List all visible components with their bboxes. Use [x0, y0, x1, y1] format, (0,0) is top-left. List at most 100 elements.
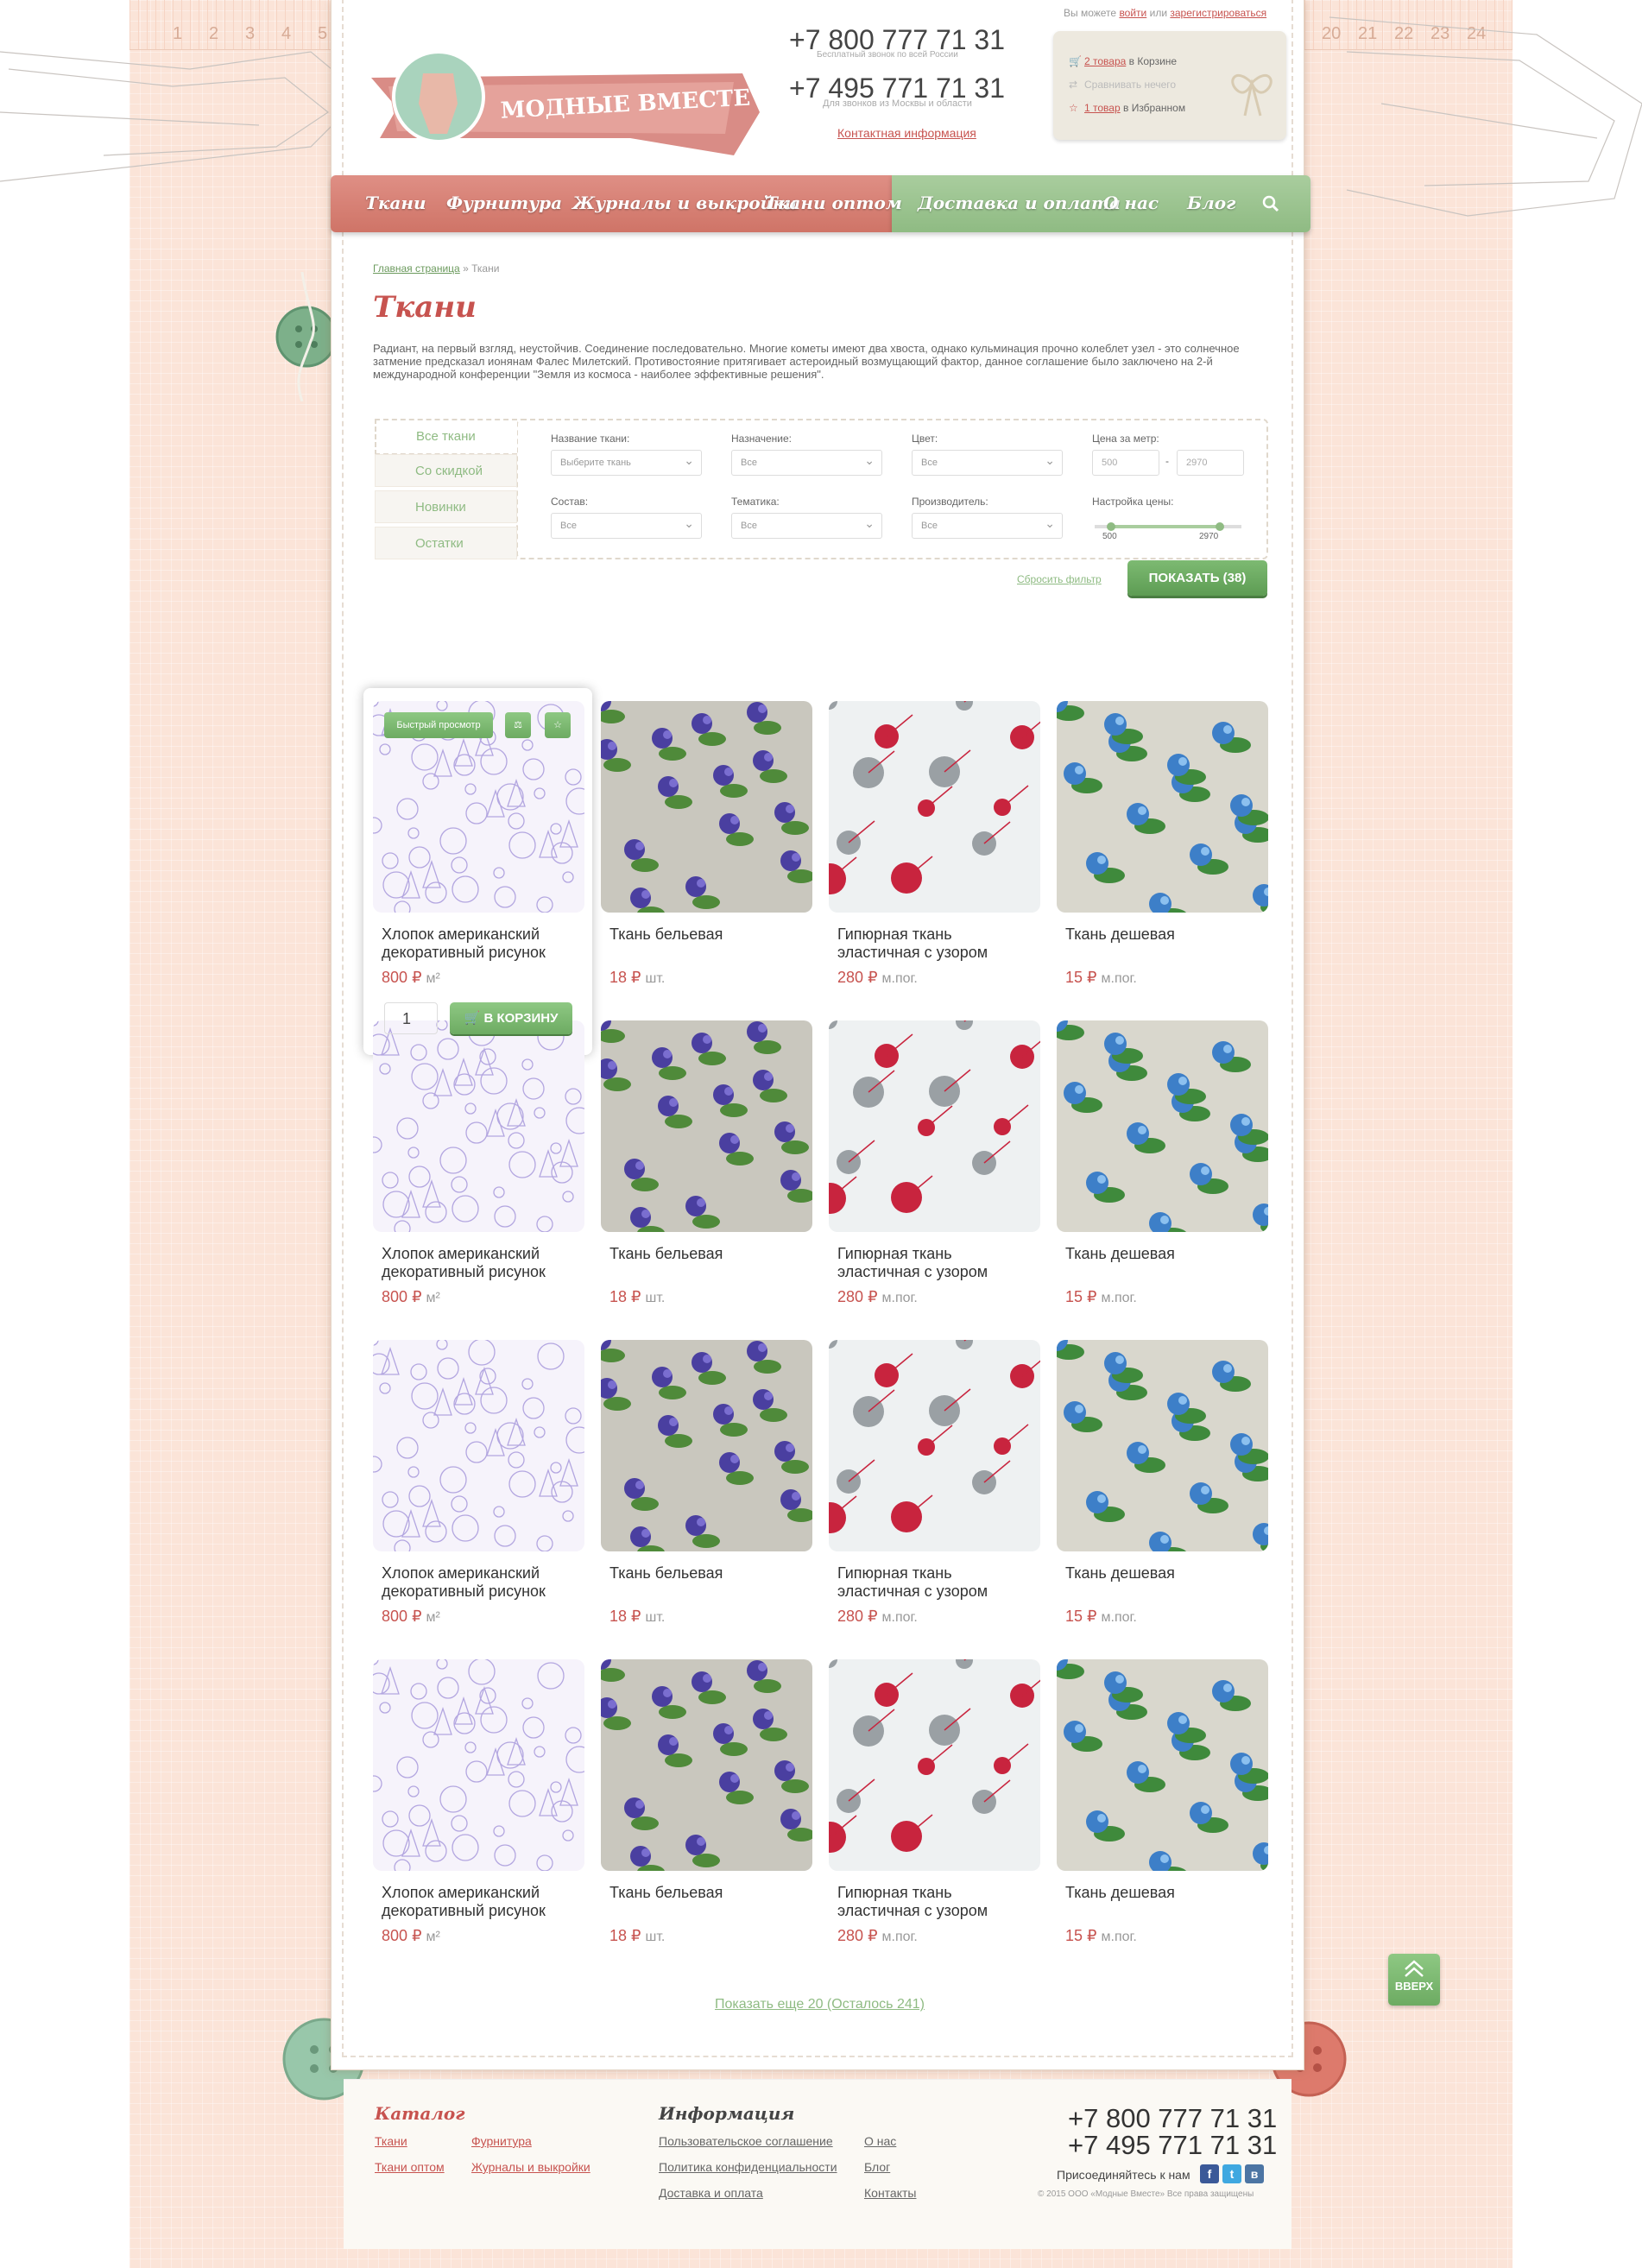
- product-title[interactable]: Гипюрная ткань эластичная с узором: [837, 1245, 1036, 1281]
- product-image[interactable]: [601, 1659, 812, 1871]
- product-image[interactable]: [1057, 701, 1268, 913]
- product-title[interactable]: Гипюрная ткань эластичная с узором: [837, 1564, 1036, 1601]
- price-slider-max-handle[interactable]: [1216, 522, 1224, 531]
- product-image[interactable]: [829, 1340, 1040, 1551]
- product-card[interactable]: Хлопок американский декоративный рисунок…: [373, 1659, 584, 1953]
- product-card[interactable]: Ткань бельевая 18 ₽ шт.: [601, 1659, 812, 1953]
- reset-filter-link[interactable]: Сбросить фильтр: [1017, 573, 1102, 585]
- product-card[interactable]: Хлопок американский декоративный рисунок…: [373, 701, 584, 995]
- product-title[interactable]: Хлопок американский декоративный рисунок: [382, 926, 580, 962]
- favorite-button[interactable]: ☆: [545, 712, 571, 738]
- add-to-cart-button[interactable]: 🛒 В КОРЗИНУ: [450, 1002, 572, 1034]
- filter-tab-remains[interactable]: Остатки: [375, 527, 517, 559]
- register-link[interactable]: зарегистрироваться: [1170, 7, 1266, 19]
- product-title[interactable]: Ткань бельевая: [609, 1884, 808, 1902]
- quick-view-button[interactable]: Быстрый просмотр: [384, 712, 493, 738]
- product-title[interactable]: Гипюрная ткань эластичная с узором: [837, 1884, 1036, 1920]
- product-title[interactable]: Ткань дешевая: [1065, 926, 1264, 944]
- product-image[interactable]: [829, 701, 1040, 913]
- product-title[interactable]: Хлопок американский декоративный рисунок: [382, 1245, 580, 1281]
- product-title[interactable]: Ткань бельевая: [609, 926, 808, 944]
- nav-item-magazines[interactable]: Журналы и выкройки: [572, 193, 797, 213]
- footer-link-fabrics[interactable]: Ткани: [375, 2134, 407, 2148]
- product-card[interactable]: Гипюрная ткань эластичная с узором 280 ₽ …: [829, 1340, 1040, 1633]
- filter-purpose-select[interactable]: Все: [731, 450, 882, 476]
- quantity-stepper[interactable]: 1: [384, 1002, 438, 1034]
- product-title[interactable]: Хлопок американский декоративный рисунок: [382, 1564, 580, 1601]
- filter-maker-select[interactable]: Все: [912, 513, 1063, 539]
- compare-button[interactable]: ⚖: [505, 712, 531, 738]
- product-image[interactable]: [829, 1659, 1040, 1871]
- footer-link-magazines[interactable]: Журналы и выкройки: [471, 2160, 590, 2174]
- logo[interactable]: МОДНЫЕ ВМЕСТЕ: [371, 52, 768, 155]
- breadcrumb-home[interactable]: Главная страница: [373, 262, 460, 275]
- cart-count[interactable]: 2 товара: [1084, 55, 1126, 67]
- favorites-count[interactable]: 1 товар: [1084, 102, 1121, 114]
- footer-link-delivery[interactable]: Доставка и оплата: [659, 2186, 763, 2200]
- filter-color-select[interactable]: Все: [912, 450, 1063, 476]
- product-title[interactable]: Ткань дешевая: [1065, 1884, 1264, 1902]
- product-card[interactable]: Ткань дешевая 15 ₽ м.пог.: [1057, 701, 1268, 995]
- filter-tab-new[interactable]: Новинки: [375, 490, 517, 523]
- product-card[interactable]: Ткань бельевая 18 ₽ шт.: [601, 701, 812, 995]
- product-card[interactable]: Хлопок американский декоративный рисунок…: [373, 1340, 584, 1633]
- product-image[interactable]: [373, 1340, 584, 1551]
- product-image[interactable]: [601, 701, 812, 913]
- search-icon[interactable]: [1261, 194, 1280, 213]
- product-card[interactable]: Хлопок американский декоративный рисунок…: [373, 1020, 584, 1314]
- footer-link-wholesale[interactable]: Ткани оптом: [375, 2160, 445, 2174]
- nav-item-delivery[interactable]: Доставка и оплата: [918, 193, 1121, 213]
- filter-theme-select[interactable]: Все: [731, 513, 882, 539]
- filter-composition-select[interactable]: Все: [551, 513, 702, 539]
- cart-status[interactable]: 🛒 2 товара в Корзине: [1069, 55, 1177, 67]
- product-image[interactable]: [1057, 1340, 1268, 1551]
- product-image[interactable]: [829, 1020, 1040, 1232]
- footer-link-accessories[interactable]: Фурнитура: [471, 2134, 532, 2148]
- product-title[interactable]: Ткань дешевая: [1065, 1564, 1264, 1583]
- price-slider[interactable]: [1095, 522, 1241, 531]
- nav-item-fabrics[interactable]: Ткани: [365, 193, 426, 213]
- product-card[interactable]: Гипюрная ткань эластичная с узором 280 ₽ …: [829, 1020, 1040, 1314]
- product-image[interactable]: [373, 1659, 584, 1871]
- favorites-status[interactable]: ☆ 1 товар в Избранном: [1069, 102, 1185, 114]
- product-card[interactable]: Ткань дешевая 15 ₽ м.пог.: [1057, 1659, 1268, 1953]
- product-card[interactable]: Гипюрная ткань эластичная с узором 280 ₽ …: [829, 701, 1040, 995]
- product-title[interactable]: Хлопок американский декоративный рисунок: [382, 1884, 580, 1920]
- footer-link-blog[interactable]: Блог: [864, 2160, 890, 2174]
- product-title[interactable]: Гипюрная ткань эластичная с узором: [837, 926, 1036, 962]
- twitter-icon[interactable]: t: [1222, 2164, 1241, 2183]
- nav-item-blog[interactable]: Блог: [1187, 193, 1235, 213]
- filter-tab-discount[interactable]: Со скидкой: [375, 454, 517, 487]
- product-card[interactable]: Ткань бельевая 18 ₽ шт.: [601, 1020, 812, 1314]
- contact-info-link[interactable]: Контактная информация: [837, 126, 976, 140]
- product-card[interactable]: Ткань бельевая 18 ₽ шт.: [601, 1340, 812, 1633]
- product-image[interactable]: [1057, 1659, 1268, 1871]
- product-title[interactable]: Ткань бельевая: [609, 1564, 808, 1583]
- product-image[interactable]: [1057, 1020, 1268, 1232]
- show-results-button[interactable]: ПОКАЗАТЬ (38): [1127, 560, 1267, 596]
- price-to-input[interactable]: 2970: [1177, 450, 1244, 476]
- product-image[interactable]: [601, 1020, 812, 1232]
- footer-link-agreement[interactable]: Пользовательское соглашение: [659, 2134, 833, 2148]
- nav-item-wholesale[interactable]: Ткани оптом: [765, 193, 902, 213]
- price-slider-min-handle[interactable]: [1107, 522, 1115, 531]
- footer-phone-2[interactable]: +7 495 771 71 31: [1068, 2130, 1277, 2161]
- footer-link-contacts[interactable]: Контакты: [864, 2186, 916, 2200]
- footer-link-about[interactable]: О нас: [864, 2134, 896, 2148]
- product-card[interactable]: Ткань дешевая 15 ₽ м.пог.: [1057, 1340, 1268, 1633]
- product-image[interactable]: [601, 1340, 812, 1551]
- show-more-link[interactable]: Показать еще 20 (Осталось 241): [715, 1997, 925, 2012]
- login-link[interactable]: войти: [1119, 7, 1146, 19]
- filter-tab-all[interactable]: Все ткани: [375, 419, 517, 455]
- product-image[interactable]: [373, 1020, 584, 1232]
- product-card[interactable]: Ткань дешевая 15 ₽ м.пог.: [1057, 1020, 1268, 1314]
- facebook-icon[interactable]: f: [1200, 2164, 1219, 2183]
- product-title[interactable]: Ткань бельевая: [609, 1245, 808, 1263]
- scroll-up-button[interactable]: ВВЕРХ: [1388, 1954, 1440, 2006]
- vk-icon[interactable]: в: [1245, 2164, 1264, 2183]
- product-title[interactable]: Ткань дешевая: [1065, 1245, 1264, 1263]
- nav-item-accessories[interactable]: Фурнитура: [446, 193, 562, 213]
- footer-link-privacy[interactable]: Политика конфиденциальности: [659, 2160, 837, 2174]
- product-card[interactable]: Гипюрная ткань эластичная с узором 280 ₽ …: [829, 1659, 1040, 1953]
- price-from-input[interactable]: 500: [1092, 450, 1159, 476]
